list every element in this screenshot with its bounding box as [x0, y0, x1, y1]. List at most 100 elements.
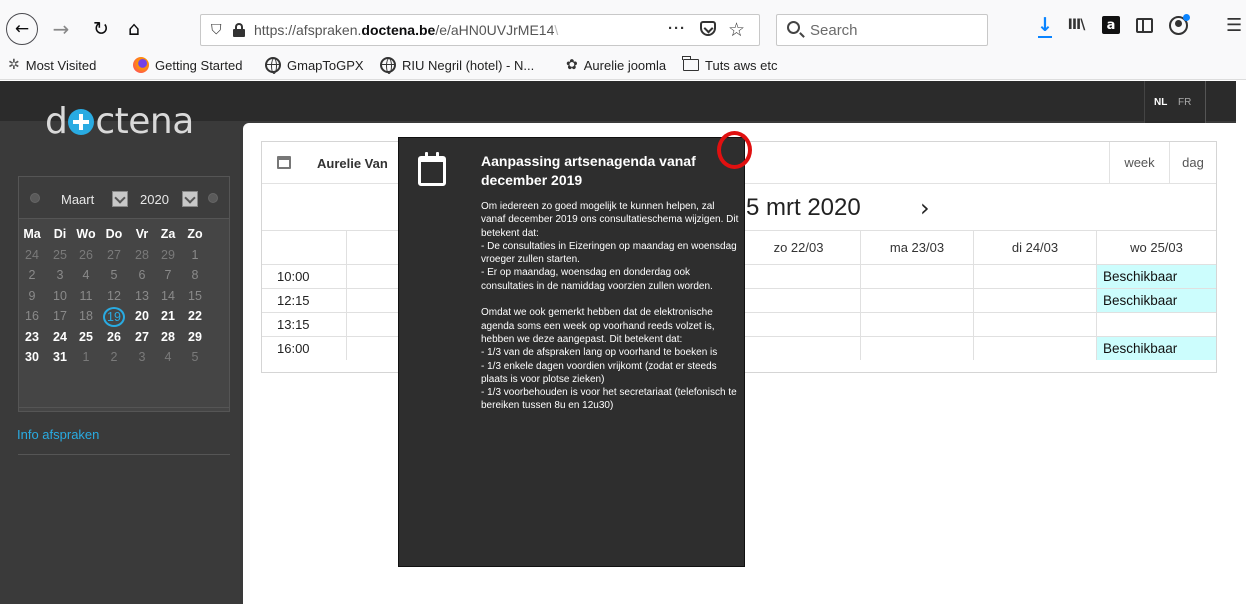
year-dropdown[interactable] [182, 191, 198, 207]
next-period-button[interactable]: › [920, 194, 930, 222]
day-cell[interactable]: 24 [49, 330, 71, 344]
bookmark-label: Tuts aws etc [705, 57, 778, 73]
day-cell[interactable]: 25 [75, 330, 97, 344]
lang-nl[interactable]: NL [1154, 97, 1167, 108]
bookmark-gmaptogpx[interactable]: GmapToGPX [265, 55, 364, 75]
day-cell[interactable]: 26 [75, 248, 97, 262]
day-cell[interactable]: 10 [49, 289, 71, 303]
slot [736, 265, 860, 288]
time-column-header [262, 231, 346, 264]
address-bar[interactable]: ⛉ https://afspraken.doctena.be/e/aHN0UVJ… [200, 14, 760, 46]
pocket-icon[interactable] [700, 21, 716, 36]
day-cell[interactable]: 18 [75, 309, 97, 323]
bookmark-riu-negril[interactable]: RIU Negril (hotel) - N... [380, 55, 534, 75]
bookmark-aurelie-joomla[interactable]: ✿ Aurelie joomla [566, 55, 666, 75]
today-day[interactable]: 19 [103, 307, 125, 327]
doctena-logo[interactable]: d ctena [45, 101, 194, 142]
day-cell[interactable]: 28 [131, 248, 153, 262]
day-cell[interactable]: 4 [75, 268, 97, 282]
back-button[interactable]: ← [6, 13, 38, 45]
available-slot[interactable]: Beschikbaar [1096, 265, 1216, 288]
bookmark-most-visited[interactable]: ✲ Most Visited [8, 55, 96, 75]
day-cell[interactable]: 16 [21, 309, 43, 323]
library-icon[interactable]: III\ [1066, 14, 1086, 36]
amazon-icon[interactable]: a [1102, 16, 1120, 34]
day-cell[interactable]: 27 [131, 330, 153, 344]
day-cell[interactable]: 26 [103, 330, 125, 344]
prev-month-button[interactable] [30, 193, 40, 203]
day-cell[interactable]: 5 [103, 268, 125, 282]
day-cell[interactable]: 2 [21, 268, 43, 282]
day-cell[interactable]: 17 [49, 309, 71, 323]
view-week-button[interactable]: week [1109, 142, 1169, 183]
day-cell[interactable]: 24 [21, 248, 43, 262]
day-cell[interactable]: 27 [103, 248, 125, 262]
url-fade: \ [554, 22, 559, 38]
day-cell[interactable]: 8 [184, 268, 206, 282]
day-cell[interactable]: 7 [157, 268, 179, 282]
bookmark-getting-started[interactable]: Getting Started [133, 55, 242, 75]
day-cell[interactable]: 28 [157, 330, 179, 344]
day-cell[interactable]: 3 [49, 268, 71, 282]
year-label: 2020 [140, 192, 169, 207]
close-highlight-circle[interactable] [717, 131, 752, 169]
time-label: 12:15 [277, 293, 310, 308]
day-cell[interactable]: 11 [75, 289, 97, 303]
day-cell[interactable]: 5 [184, 350, 206, 364]
day-cell[interactable]: 9 [21, 289, 43, 303]
day-cell[interactable]: 1 [75, 350, 97, 364]
available-slot[interactable]: Beschikbaar [1096, 289, 1216, 312]
month-dropdown[interactable] [112, 191, 128, 207]
lock-icon[interactable] [233, 23, 245, 37]
url-text[interactable]: https://afspraken.doctena.be/e/aHN0UVJrM… [254, 22, 649, 38]
doctor-name[interactable]: Aurelie Van [317, 156, 388, 171]
day-cell[interactable]: 22 [184, 309, 206, 323]
download-icon[interactable]: ↓ [1036, 14, 1054, 38]
day-cell[interactable]: 6 [131, 268, 153, 282]
month-label: Maart [61, 192, 95, 207]
bookmark-label: Aurelie joomla [583, 57, 667, 73]
day-cell[interactable]: 29 [157, 248, 179, 262]
scrollbar[interactable] [1236, 81, 1246, 604]
day-cell[interactable]: 1 [184, 248, 206, 262]
calendar-icon[interactable] [277, 156, 291, 169]
day-cell[interactable]: 31 [49, 350, 71, 364]
page-actions-button[interactable]: ··· [668, 20, 686, 37]
divider [18, 454, 230, 455]
info-afspraken-link[interactable]: Info afspraken [17, 427, 99, 442]
day-cell[interactable]: 13 [131, 289, 153, 303]
sidebar-toggle-icon[interactable] [1136, 18, 1153, 33]
account-icon[interactable] [1169, 14, 1190, 35]
reload-button[interactable]: ↻ [84, 12, 118, 46]
day-cell[interactable]: 30 [21, 350, 43, 364]
lang-fr[interactable]: FR [1178, 97, 1191, 108]
available-slot[interactable]: Beschikbaar [1096, 337, 1216, 360]
weekday-label: Di [53, 227, 67, 241]
time-label: 10:00 [277, 269, 310, 284]
view-day-button[interactable]: dag [1169, 142, 1216, 183]
forward-button[interactable]: → [44, 12, 78, 46]
search-icon [787, 21, 800, 34]
search-bar[interactable]: Search [776, 14, 988, 46]
day-cell[interactable]: 3 [131, 350, 153, 364]
bookmark-star-icon[interactable]: ☆ [728, 19, 745, 41]
hamburger-menu-icon[interactable]: ☰ [1226, 14, 1242, 36]
day-cell[interactable]: 29 [184, 330, 206, 344]
day-cell[interactable]: 21 [157, 309, 179, 323]
day-cell[interactable]: 14 [157, 289, 179, 303]
bookmarks-toolbar: ✲ Most Visited Getting Started GmapToGPX … [0, 50, 1246, 80]
day-cell[interactable]: 12 [103, 289, 125, 303]
day-cell[interactable]: 15 [184, 289, 206, 303]
day-cell[interactable]: 4 [157, 350, 179, 364]
weekday-label: Wo [76, 227, 96, 241]
day-cell[interactable]: 20 [131, 309, 153, 323]
calendar-icon [418, 152, 446, 186]
slot [860, 289, 973, 312]
day-cell[interactable]: 25 [49, 248, 71, 262]
day-cell[interactable]: 2 [103, 350, 125, 364]
home-button[interactable]: ⌂ [117, 12, 151, 46]
tracking-shield-icon[interactable]: ⛉ [211, 22, 222, 38]
day-cell[interactable]: 23 [21, 330, 43, 344]
next-month-button[interactable] [208, 193, 218, 203]
bookmark-tuts-aws[interactable]: Tuts aws etc [682, 55, 778, 75]
